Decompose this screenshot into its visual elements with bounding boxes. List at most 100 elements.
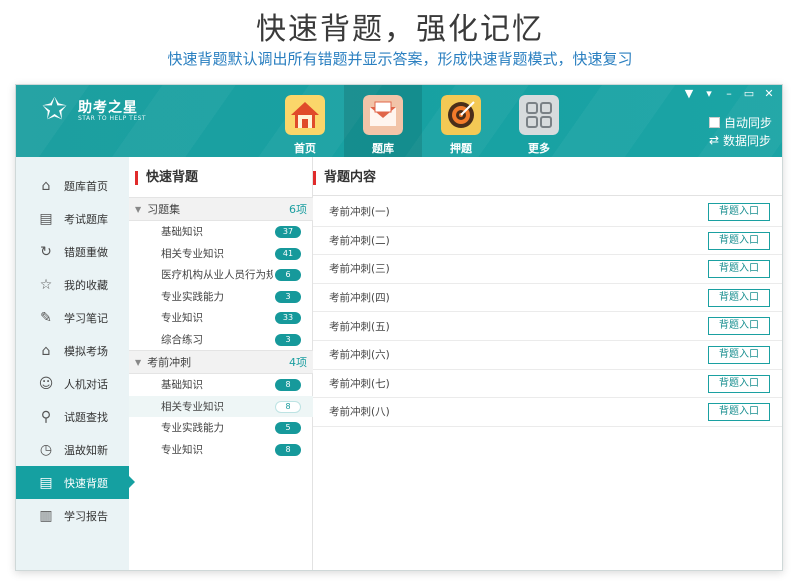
sidebar-item-favorites[interactable]: ☆ 我的收藏	[16, 268, 129, 301]
minimize-icon[interactable]: –	[722, 87, 736, 100]
list-item-label: 专业知识	[161, 312, 203, 325]
logo-star-icon: ✩	[42, 92, 68, 127]
sidebar: ⌂ 题库首页 ▤ 考试题库 ↻ 错题重做 ☆ 我的收藏 ✎ 学习笔记 ⌂ 模拟考场 ☺ 人机对…	[16, 157, 135, 570]
sidebar-item-label: 温故知新	[64, 443, 108, 457]
sync-icon: ⇄	[708, 133, 720, 147]
data-sync-button[interactable]: ⇄ 数据同步	[709, 131, 772, 149]
edit-icon: ✎	[40, 309, 52, 326]
list-item[interactable]: 相关专业知识 41	[129, 243, 313, 265]
row-title: 考前冲刺(八)	[329, 406, 390, 419]
envelope-icon	[363, 95, 403, 135]
list-item-label: 基础知识	[161, 379, 203, 392]
sidebar-item-exam-bank[interactable]: ▤ 考试题库	[16, 202, 129, 235]
star-icon: ☆	[39, 276, 53, 293]
sidebar-item-report[interactable]: ▥ 学习报告	[16, 499, 129, 532]
nav-home[interactable]: 首页	[266, 85, 344, 157]
auto-sync-toggle[interactable]: 自动同步	[708, 113, 772, 131]
recite-entry-button[interactable]: 背题入口	[708, 317, 770, 336]
search-icon: ⚲	[40, 408, 52, 425]
list-item[interactable]: 综合练习 3	[129, 329, 313, 351]
sidebar-item-label: 题库首页	[64, 179, 108, 193]
list-item[interactable]: 专业知识 33	[129, 307, 313, 329]
group-final-sprint: ▼ 考前冲刺 4项 基础知识 8 相关专业知识 8 专业实践能力 5 专业知识 8	[129, 350, 313, 460]
row-title: 考前冲刺(六)	[329, 349, 390, 362]
auto-sync-checkbox[interactable]	[708, 116, 720, 128]
recite-entry-button[interactable]: 背题入口	[708, 231, 770, 250]
recite-entry-button[interactable]: 背题入口	[708, 203, 770, 221]
close-icon[interactable]: ✕	[762, 87, 776, 100]
sidebar-item-label: 学习笔记	[64, 311, 108, 325]
sidebar-item-label: 快速背题	[64, 476, 108, 490]
nav-question-bank[interactable]: 题库	[344, 85, 422, 157]
sidebar-item-label: 我的收藏	[64, 278, 108, 292]
sidebar-item-search[interactable]: ⚲ 试题查找	[16, 400, 129, 433]
nav-more[interactable]: 更多	[500, 85, 578, 157]
list-doc-icon: ▤	[39, 474, 53, 491]
table-row: 考前冲刺(八) 背题入口	[313, 398, 782, 427]
nav-predict[interactable]: 押题	[422, 85, 500, 157]
menu-icon[interactable]: ▾	[702, 87, 716, 100]
grid-icon	[519, 95, 559, 135]
promo-title: 快速背题，强化记忆	[256, 12, 544, 47]
recite-entry-button[interactable]: 背题入口	[708, 403, 770, 422]
content-panel: 背题内容 考前冲刺(一) 背题入口 考前冲刺(二) 背题入口 考前冲刺(三) 背题入口…	[313, 157, 782, 570]
table-row: 考前冲刺(二) 背题入口	[313, 227, 782, 256]
recite-entry-button[interactable]: 背题入口	[708, 374, 770, 393]
list-item[interactable]: 专业实践能力 3	[129, 286, 313, 308]
row-title: 考前冲刺(一)	[329, 206, 390, 219]
category-panel-title: 快速背题	[135, 171, 198, 185]
list-item[interactable]: 基础知识 37	[129, 221, 313, 243]
top-bar: ✩ 助考之星 STAR TO HELP TEST 首页 题库 押题 更多 ▼ ▾…	[16, 85, 782, 157]
sidebar-item-label: 学习报告	[64, 509, 108, 523]
refresh-icon: ↻	[40, 243, 52, 260]
table-row: 考前冲刺(四) 背题入口	[313, 284, 782, 313]
row-title: 考前冲刺(二)	[329, 234, 390, 247]
list-item-label: 基础知识	[161, 226, 203, 239]
group-header[interactable]: ▼ 习题集 6项	[129, 197, 313, 221]
count-badge: 8	[275, 443, 301, 456]
app-window: ✩ 助考之星 STAR TO HELP TEST 首页 题库 押题 更多 ▼ ▾…	[15, 84, 783, 571]
sidebar-item-label: 模拟考场	[64, 344, 108, 358]
maximize-icon[interactable]: ▭	[742, 87, 756, 100]
table-row: 考前冲刺(三) 背题入口	[313, 255, 782, 284]
list-item-label: 相关专业知识	[161, 247, 224, 260]
list-item[interactable]: 专业知识 8	[129, 439, 313, 461]
sidebar-item-label: 人机对话	[64, 377, 108, 391]
nav-home-label: 首页	[294, 142, 316, 155]
recite-entry-button[interactable]: 背题入口	[708, 345, 770, 364]
content-panel-title: 背题内容	[313, 171, 376, 185]
graduation-cap-icon: ⌂	[41, 342, 51, 359]
count-badge: 37	[275, 226, 301, 238]
nav-question-bank-label: 题库	[372, 142, 394, 155]
recite-entry-button[interactable]: 背题入口	[708, 288, 770, 307]
list-item-label: 专业实践能力	[161, 290, 224, 303]
sidebar-item-quick-recite[interactable]: ▤ 快速背题	[16, 466, 135, 499]
list-item[interactable]: 专业实践能力 5	[129, 417, 313, 439]
table-row: 考前冲刺(六) 背题入口	[313, 341, 782, 370]
data-sync-label: 数据同步	[723, 133, 772, 148]
window-controls: ▼ ▾ – ▭ ✕	[682, 87, 776, 100]
divider	[313, 195, 782, 196]
list-item[interactable]: 基础知识 8	[129, 374, 313, 396]
count-badge: 33	[275, 312, 301, 324]
list-item[interactable]: 医疗机构从业人员行为规 6	[129, 264, 313, 286]
sidebar-item-label: 试题查找	[64, 410, 108, 424]
nav-more-label: 更多	[528, 142, 550, 155]
book-icon: ▥	[39, 507, 53, 524]
sidebar-item-mock-exam[interactable]: ⌂ 模拟考场	[16, 334, 129, 367]
group-header[interactable]: ▼ 考前冲刺 4项	[129, 350, 313, 374]
group-name: 习题集	[147, 203, 181, 216]
list-item-selected[interactable]: 相关专业知识 8	[129, 395, 313, 417]
sidebar-item-redo-mistakes[interactable]: ↻ 错题重做	[16, 235, 129, 268]
sidebar-item-dialogue[interactable]: ☺ 人机对话	[16, 367, 129, 400]
skin-icon[interactable]: ▼	[682, 87, 696, 100]
table-row: 考前冲刺(五) 背题入口	[313, 312, 782, 341]
recite-entry-button[interactable]: 背题入口	[708, 260, 770, 279]
sidebar-item-home[interactable]: ⌂ 题库首页	[16, 169, 129, 202]
list-item-label: 医疗机构从业人员行为规	[161, 269, 273, 282]
sidebar-item-review[interactable]: ◷ 温故知新	[16, 433, 129, 466]
sidebar-item-notes[interactable]: ✎ 学习笔记	[16, 301, 129, 334]
row-title: 考前冲刺(四)	[329, 292, 390, 305]
main-nav: 首页 题库 押题 更多	[266, 85, 578, 157]
list-item-label: 专业知识	[161, 443, 203, 456]
